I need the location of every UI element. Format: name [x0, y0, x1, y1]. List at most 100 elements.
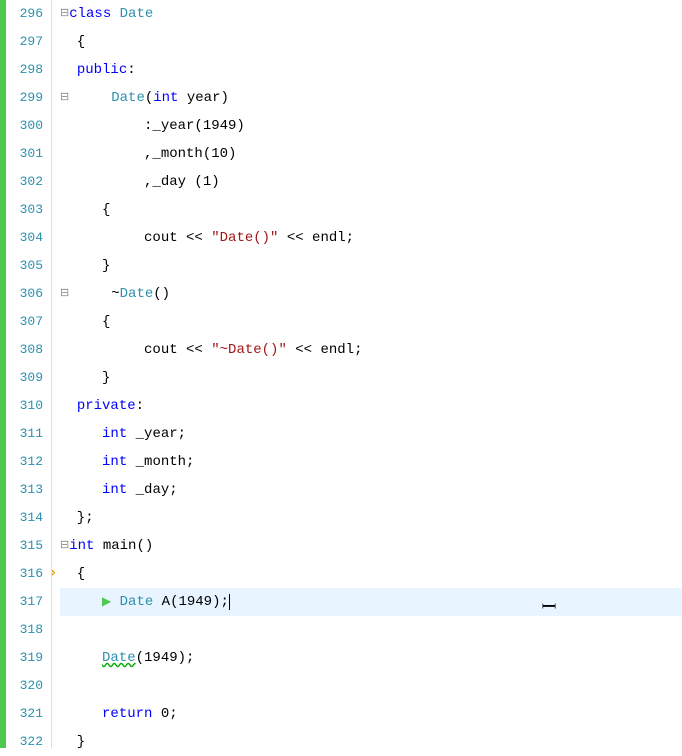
tilde-token: ~	[111, 280, 119, 308]
plain-token: };	[60, 504, 94, 532]
plain-token: {	[60, 28, 85, 56]
line-number: 302	[6, 168, 43, 196]
plain-token: }	[60, 728, 85, 748]
text-cursor	[229, 594, 230, 610]
type-token: Date	[120, 588, 154, 616]
string-token: "Date()"	[211, 224, 278, 252]
plain-token: cout <<	[60, 336, 211, 364]
line-number: 319	[6, 644, 43, 672]
type-squiggle-token: Date	[102, 644, 136, 672]
plain-token: (1949);	[136, 644, 195, 672]
type-token: Date	[111, 84, 145, 112]
keyword-token: int	[102, 420, 127, 448]
plain-token: main()	[94, 532, 153, 560]
plain-token	[60, 392, 77, 420]
plain-token	[60, 700, 102, 728]
line-number: 320	[6, 672, 43, 700]
execution-arrow-icon: ⇒	[52, 560, 56, 588]
line-number: 313	[6, 476, 43, 504]
line-number: 311	[6, 420, 43, 448]
keyword-token: int	[102, 476, 127, 504]
plain-token	[69, 280, 111, 308]
line-number: 314	[6, 504, 43, 532]
code-area[interactable]: ⊟class Date { public:⊟ Date(int year) :_…	[52, 0, 682, 748]
line-number: 298	[6, 56, 43, 84]
code-line: int _day;	[60, 476, 682, 504]
line-number: 308	[6, 336, 43, 364]
line-number: 316	[6, 560, 43, 588]
plain-token: ,_month(10)	[60, 140, 236, 168]
line-number: 307	[6, 308, 43, 336]
code-line	[60, 616, 682, 644]
line-number: 296	[6, 0, 43, 28]
collapse-icon[interactable]: ⊟	[60, 280, 69, 308]
code-line: int _year;	[60, 420, 682, 448]
code-line: };	[60, 504, 682, 532]
plain-token	[60, 448, 102, 476]
plain-token: _month;	[127, 448, 194, 476]
line-number: 318	[6, 616, 43, 644]
plain-token	[60, 476, 102, 504]
code-line: {	[60, 196, 682, 224]
plain-token: }	[60, 252, 110, 280]
keyword-token: private	[77, 392, 136, 420]
collapse-icon[interactable]: ⊟	[60, 0, 69, 28]
line-number: 322	[6, 728, 43, 756]
line-number: 312	[6, 448, 43, 476]
plain-token: :	[127, 56, 135, 84]
code-line: ⊟ Date(int year)	[60, 84, 682, 112]
string-token: "~Date()"	[211, 336, 287, 364]
code-line	[60, 672, 682, 700]
line-numbers: 2962972982993003013023033043053063073083…	[6, 0, 52, 748]
plain-token: _day;	[127, 476, 177, 504]
plain-token	[111, 588, 119, 616]
plain-token: {	[60, 560, 85, 588]
plain-token	[60, 644, 102, 672]
code-line: cout << "~Date()" << endl;	[60, 336, 682, 364]
keyword-token: int	[153, 84, 178, 112]
code-line: }	[60, 728, 682, 748]
plain-token: :_year(1949)	[60, 112, 245, 140]
line-number: 305	[6, 252, 43, 280]
code-line: }	[60, 364, 682, 392]
code-line: :_year(1949)	[60, 112, 682, 140]
code-line: private:	[60, 392, 682, 420]
plain-token: }	[60, 364, 110, 392]
plain-token: ,_day (1)	[60, 168, 220, 196]
collapse-icon[interactable]: ⊟	[60, 532, 69, 560]
line-number: 306	[6, 280, 43, 308]
plain-token	[111, 0, 119, 28]
plain-token: cout <<	[60, 224, 211, 252]
plain-token: {	[60, 196, 110, 224]
line-number: 315	[6, 532, 43, 560]
keyword-token: int	[69, 532, 94, 560]
plain-token	[69, 84, 111, 112]
keyword-token: class	[69, 0, 111, 28]
line-number: 321	[6, 700, 43, 728]
plain-token: {	[60, 308, 110, 336]
plain-token: A(1949);	[153, 588, 229, 616]
plain-token	[60, 420, 102, 448]
plain-token: _year;	[127, 420, 186, 448]
code-line: ,_day (1)	[60, 168, 682, 196]
code-editor: 2962972982993003013023033043053063073083…	[0, 0, 682, 748]
code-line: public:	[60, 56, 682, 84]
code-line: ▶ Date A(1949);I	[60, 588, 682, 616]
plain-token	[60, 588, 102, 616]
code-line: ⇒ {	[60, 560, 682, 588]
line-number: 304	[6, 224, 43, 252]
code-line: {	[60, 28, 682, 56]
collapse-icon[interactable]: ⊟	[60, 84, 69, 112]
code-line: int _month;	[60, 448, 682, 476]
code-line: ,_month(10)	[60, 140, 682, 168]
plain-token: ()	[153, 280, 170, 308]
line-number: 301	[6, 140, 43, 168]
code-line: ⊟int main()	[60, 532, 682, 560]
line-number: 299	[6, 84, 43, 112]
line-number: 303	[6, 196, 43, 224]
breakpoint-arrow-icon: ▶	[102, 588, 111, 616]
code-line: ⊟ ~Date()	[60, 280, 682, 308]
code-line: ⊟class Date	[60, 0, 682, 28]
type-token: Date	[120, 280, 154, 308]
line-number: 297	[6, 28, 43, 56]
